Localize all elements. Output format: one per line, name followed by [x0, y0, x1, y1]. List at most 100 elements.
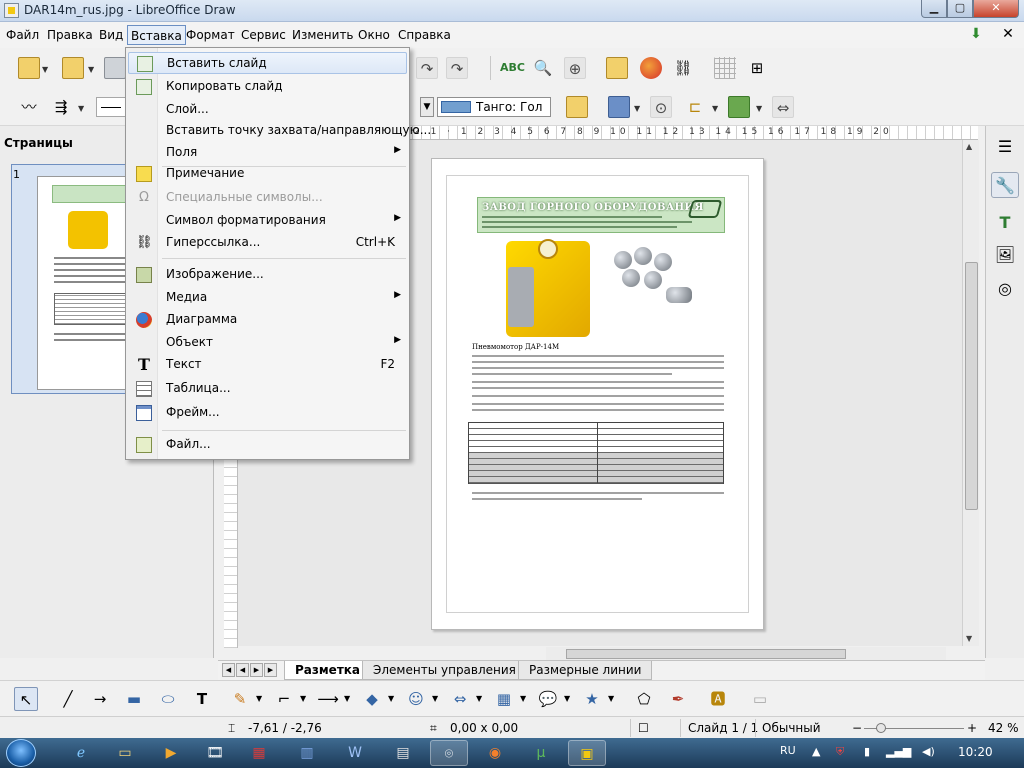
close-button[interactable]: ✕	[973, 0, 1019, 18]
menu-item-insert-slide[interactable]: Вставить слайд	[128, 52, 407, 74]
redo-icon[interactable]: ↷	[416, 57, 438, 79]
shadow-dropdown-icon[interactable]: ▼	[634, 104, 640, 113]
select-arrow-icon[interactable]: ↖	[14, 687, 38, 711]
menu-item-chart[interactable]: Диаграмма	[128, 309, 407, 331]
utorrent-icon[interactable]: µ	[522, 740, 560, 766]
block-arrows-icon[interactable]: ⇔	[448, 687, 472, 711]
document-modified-icon[interactable]: ☐	[638, 721, 649, 735]
extrusion-icon[interactable]: ▭	[748, 687, 772, 711]
last-tab-icon[interactable]: ▶	[264, 663, 277, 677]
horizontal-scrollbar[interactable]	[546, 647, 946, 660]
curve-dropdown-icon[interactable]: ▼	[256, 694, 262, 703]
zoom-in-button[interactable]: +	[967, 721, 977, 735]
stars-icon[interactable]: ★	[580, 687, 604, 711]
insert-chart-icon[interactable]	[640, 57, 662, 79]
basic-shapes-icon[interactable]: ◆	[360, 687, 384, 711]
hyperlink-toolbar-icon[interactable]: ⛓	[672, 57, 694, 79]
navigator-icon[interactable]: ◎	[991, 276, 1019, 302]
properties-wrench-icon[interactable]: 🔧	[991, 172, 1019, 198]
open-dropdown-icon[interactable]: ▼	[88, 65, 94, 74]
minimize-button[interactable]: ▁	[921, 0, 947, 18]
line-color-dropdown[interactable]: ▼	[420, 97, 434, 117]
menu-item-file[interactable]: Файл...	[128, 434, 407, 456]
line-style-combo[interactable]	[96, 97, 126, 117]
menu-item-copy-slide[interactable]: Копировать слайд	[128, 76, 407, 98]
menu-format[interactable]: Формат	[183, 25, 238, 45]
menu-tools[interactable]: Сервис	[238, 25, 289, 45]
text-tool-icon[interactable]: T	[190, 687, 214, 711]
word-icon[interactable]: W	[336, 740, 374, 766]
styles-icon[interactable]: T	[991, 210, 1019, 236]
open-folder-icon[interactable]	[62, 57, 84, 79]
update-download-icon[interactable]: ⬇	[968, 26, 984, 42]
ie-icon[interactable]: ℯ	[62, 740, 100, 766]
arrow-style-dropdown-icon[interactable]: ▼	[78, 104, 84, 113]
gallery-icon[interactable]: 🖼	[991, 242, 1019, 268]
document-page[interactable]: ЗАВОД ГОРНОГО ОБОРУДОВАНИЯ Пневмомотор Д…	[431, 158, 764, 630]
media-player-icon[interactable]: ▶	[152, 740, 190, 766]
tab-dimension-lines[interactable]: Размерные линии	[518, 661, 653, 680]
tab-layout[interactable]: Разметка	[284, 661, 372, 680]
redo-more-icon[interactable]: ↷	[446, 57, 468, 79]
libreoffice-task-icon[interactable]: ⌾	[430, 740, 468, 766]
draw-task-icon[interactable]: ▣	[568, 740, 606, 766]
connector-tool-icon[interactable]: ⌐	[272, 687, 296, 711]
grid-icon[interactable]	[714, 57, 736, 79]
points-icon[interactable]: ⊙	[650, 96, 672, 118]
arrow-style-icon[interactable]: ⇶	[50, 96, 72, 118]
spellcheck-icon[interactable]: ABC	[500, 57, 525, 79]
new-dropdown-icon[interactable]: ▼	[42, 65, 48, 74]
tray-network-icon[interactable]: ▮	[864, 745, 870, 758]
vertical-scrollbar[interactable]: ▲ ▼	[962, 140, 979, 646]
rectangle-tool-icon[interactable]: ▬	[122, 687, 146, 711]
menu-window[interactable]: Окно	[355, 25, 393, 45]
scroll-down-icon[interactable]: ▼	[966, 634, 972, 643]
scroll-up-icon[interactable]: ▲	[966, 142, 972, 151]
firefox-icon[interactable]: ◉	[476, 740, 514, 766]
close-document-icon[interactable]: ✕	[1000, 26, 1016, 42]
menu-item-comment[interactable]: Примечание	[128, 163, 407, 185]
tray-expand-icon[interactable]: ▲	[812, 745, 820, 758]
line-tool-icon[interactable]: ╱	[56, 687, 80, 711]
menu-modify[interactable]: Изменить	[289, 25, 357, 45]
menu-item-table[interactable]: Таблица...	[128, 378, 407, 400]
fontwork-icon[interactable]: 🅰	[706, 687, 730, 711]
arrow-tool-icon[interactable]: →	[88, 687, 112, 711]
menu-item-snap-point[interactable]: Вставить точку захвата/направляющую...	[128, 120, 431, 142]
menu-item-object[interactable]: Объект ▶	[128, 332, 407, 354]
clock[interactable]: 10:20	[958, 745, 993, 759]
ellipse-tool-icon[interactable]: ⬭	[156, 687, 180, 711]
menu-edit[interactable]: Правка	[44, 25, 96, 45]
menu-item-fields[interactable]: Поля ▶	[128, 142, 407, 164]
basic-shapes-dropdown-icon[interactable]: ▼	[388, 694, 394, 703]
flowchart-dropdown-icon[interactable]: ▼	[520, 694, 526, 703]
menu-item-hyperlink[interactable]: ⛓ Гиперссылка... Ctrl+K	[128, 232, 407, 254]
fill-style-combo[interactable]: Танго: Гол	[437, 97, 551, 117]
tray-signal-icon[interactable]: ▂▄▆	[886, 745, 911, 758]
menu-help[interactable]: Справка	[395, 25, 454, 45]
zoom-icon[interactable]: 🔍	[532, 57, 554, 79]
symbol-shapes-icon[interactable]: ☺	[404, 687, 428, 711]
zoom-out-button[interactable]: −	[852, 721, 862, 735]
printer-icon[interactable]: ▤	[384, 740, 422, 766]
block-arrows-dropdown-icon[interactable]: ▼	[476, 694, 482, 703]
arrange-dropdown-icon[interactable]: ▼	[756, 104, 762, 113]
lines-arrows-dropdown-icon[interactable]: ▼	[344, 694, 350, 703]
distribute-icon[interactable]: ⇔	[772, 96, 794, 118]
menu-item-text[interactable]: T Текст F2	[128, 354, 407, 376]
shadow-icon[interactable]	[608, 96, 630, 118]
lines-arrows-icon[interactable]: ⟶	[316, 687, 340, 711]
scroll-thumb[interactable]	[965, 262, 978, 510]
callouts-icon[interactable]: 💬	[536, 687, 560, 711]
start-button[interactable]	[6, 739, 36, 767]
curve-tool-icon[interactable]: ✎	[228, 687, 252, 711]
stars-dropdown-icon[interactable]: ▼	[608, 694, 614, 703]
align-icon[interactable]: ⊏	[684, 96, 706, 118]
zoom-level[interactable]: 42 %	[988, 721, 1019, 735]
save-icon[interactable]	[104, 57, 126, 79]
connector-dropdown-icon[interactable]: ▼	[300, 694, 306, 703]
maximize-button[interactable]: ▢	[947, 0, 973, 18]
line-icon[interactable]: 〰	[18, 96, 40, 118]
insert-image-icon[interactable]	[606, 57, 628, 79]
menu-item-formatting-mark[interactable]: Символ форматирования ▶	[128, 210, 407, 232]
